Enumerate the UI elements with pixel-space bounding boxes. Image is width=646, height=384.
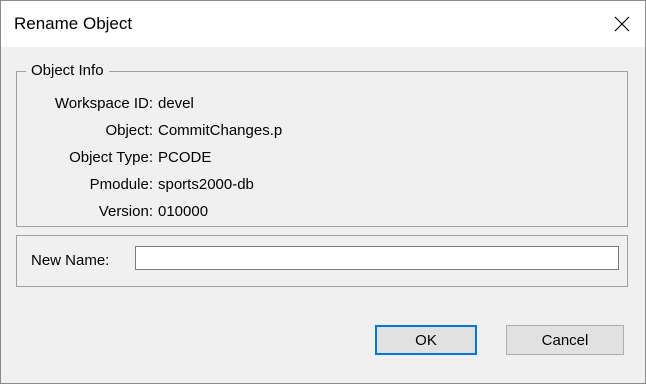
cancel-button[interactable]: Cancel bbox=[506, 325, 624, 355]
ok-button[interactable]: OK bbox=[375, 325, 477, 355]
info-row-object: Object: CommitChanges.p bbox=[17, 122, 627, 142]
object-label: Object: bbox=[105, 122, 153, 139]
version-label: Version: bbox=[98, 203, 153, 220]
new-name-label: New Name: bbox=[31, 252, 110, 269]
rename-object-dialog: Rename Object Object Info Workspace ID: … bbox=[0, 0, 646, 384]
title-bar: Rename Object bbox=[1, 1, 645, 47]
close-button[interactable] bbox=[599, 1, 645, 47]
new-name-input[interactable] bbox=[135, 246, 619, 270]
object-type-value: PCODE bbox=[158, 149, 212, 166]
window-title: Rename Object bbox=[14, 14, 133, 33]
dialog-body: Object Info Workspace ID: devel Object: … bbox=[1, 47, 645, 383]
object-type-label: Object Type: bbox=[69, 149, 153, 166]
info-row-version: Version: 010000 bbox=[17, 203, 627, 223]
pmodule-value: sports2000-db bbox=[158, 176, 254, 193]
version-value: 010000 bbox=[158, 203, 209, 220]
info-row-pmodule: Pmodule: sports2000-db bbox=[17, 176, 627, 196]
pmodule-label: Pmodule: bbox=[89, 176, 153, 193]
workspace-id-label: Workspace ID: bbox=[54, 95, 153, 112]
close-icon bbox=[614, 16, 630, 32]
new-name-group: New Name: bbox=[16, 235, 628, 287]
object-info-legend: Object Info bbox=[26, 62, 109, 79]
info-row-object-type: Object Type: PCODE bbox=[17, 149, 627, 169]
info-row-workspace-id: Workspace ID: devel bbox=[17, 95, 627, 115]
object-info-group: Object Info Workspace ID: devel Object: … bbox=[16, 62, 628, 227]
workspace-id-value: devel bbox=[158, 95, 194, 112]
object-value: CommitChanges.p bbox=[158, 122, 283, 139]
